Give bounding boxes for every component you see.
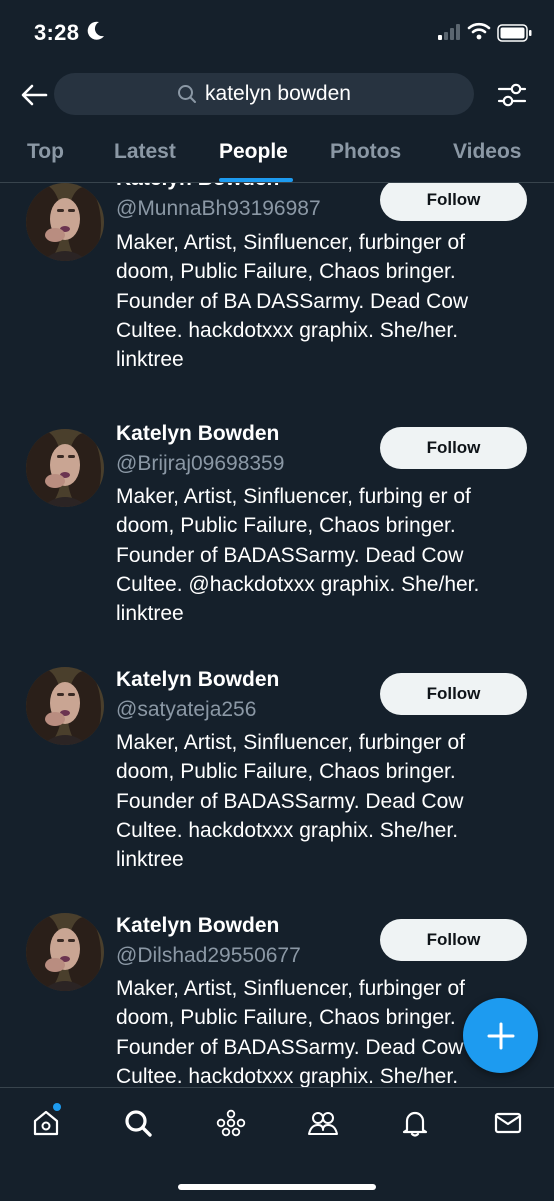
- nav-communities[interactable]: [303, 1106, 343, 1140]
- user-bio: Maker, Artist, Sinfluencer, furbinger of…: [116, 731, 466, 872]
- search-tabs: Top Latest People Photos Videos: [0, 126, 554, 183]
- user-result-card[interactable]: Katelyn Bowden @satyateja256 Follow Make…: [0, 666, 554, 912]
- communities-icon: [308, 1112, 338, 1135]
- notifications-icon: [402, 1111, 428, 1137]
- avatar[interactable]: [26, 667, 104, 745]
- home-icon: [33, 1110, 59, 1136]
- avatar[interactable]: [26, 913, 104, 991]
- cellular-signal-icon: [438, 24, 462, 45]
- user-result-card[interactable]: Katelyn Bowden @MunnaBh93196987 Follow M…: [0, 183, 554, 420]
- user-result-card[interactable]: Katelyn Bowden @Brijraj09698359 Follow M…: [0, 420, 554, 666]
- user-bio: Maker, Artist, Sinfluencer, furbing er o…: [116, 485, 480, 626]
- user-display-name[interactable]: Katelyn Bowden: [116, 668, 279, 692]
- user-display-name[interactable]: Katelyn Bowden: [116, 422, 279, 446]
- search-header: katelyn bowden: [0, 66, 554, 124]
- user-bio: Maker, Artist, Sinfluencer, furbinger of…: [116, 231, 469, 372]
- nav-messages[interactable]: [488, 1106, 528, 1140]
- follow-button[interactable]: Follow: [380, 673, 527, 715]
- nav-search[interactable]: [118, 1106, 158, 1140]
- follow-button[interactable]: Follow: [380, 427, 527, 469]
- user-result-card[interactable]: Katelyn Bowden @Dilshad29550677 Follow M…: [0, 912, 554, 1087]
- battery-icon: [497, 24, 533, 47]
- search-icon: [178, 85, 197, 103]
- home-indicator: [178, 1184, 376, 1190]
- plus-icon: [487, 1022, 514, 1049]
- user-display-name[interactable]: Katelyn Bowden: [116, 183, 279, 191]
- spaces-icon: [216, 1109, 246, 1137]
- search-query: katelyn bowden: [205, 82, 351, 105]
- sliders-icon: [497, 83, 527, 107]
- avatar[interactable]: [26, 429, 104, 507]
- nav-spaces[interactable]: [211, 1106, 251, 1140]
- nav-home[interactable]: [26, 1106, 66, 1140]
- wifi-icon: [467, 22, 491, 45]
- back-button[interactable]: [14, 78, 54, 112]
- moon-icon: [86, 20, 106, 42]
- user-handle: @MunnaBh93196987: [116, 197, 321, 220]
- follow-button[interactable]: Follow: [380, 919, 527, 961]
- nav-notifications[interactable]: [395, 1106, 435, 1140]
- tab-videos[interactable]: Videos: [453, 140, 521, 164]
- tab-photos[interactable]: Photos: [330, 140, 401, 164]
- user-bio: Maker, Artist, Sinfluencer, furbinger of…: [116, 977, 466, 1087]
- follow-button[interactable]: Follow: [380, 183, 527, 221]
- search-icon: [125, 1110, 152, 1137]
- people-results-list: Katelyn Bowden @MunnaBh93196987 Follow M…: [0, 183, 554, 1087]
- bottom-nav: [0, 1087, 554, 1201]
- avatar[interactable]: [26, 183, 104, 261]
- user-handle: @satyateja256: [116, 698, 257, 721]
- active-tab-indicator: [219, 178, 293, 182]
- status-time: 3:28: [34, 20, 80, 45]
- tab-latest[interactable]: Latest: [114, 140, 176, 164]
- search-filter-button[interactable]: [492, 78, 532, 112]
- user-handle: @Dilshad29550677: [116, 944, 301, 967]
- user-handle: @Brijraj09698359: [116, 452, 285, 475]
- tab-top[interactable]: Top: [27, 140, 64, 164]
- search-input[interactable]: katelyn bowden: [54, 73, 474, 115]
- messages-icon: [494, 1112, 522, 1134]
- status-bar: 3:28: [0, 0, 554, 66]
- user-display-name[interactable]: Katelyn Bowden: [116, 914, 279, 938]
- back-arrow-icon: [21, 84, 48, 106]
- tab-people[interactable]: People: [219, 140, 288, 164]
- unread-dot: [53, 1103, 61, 1111]
- compose-button[interactable]: [463, 998, 538, 1073]
